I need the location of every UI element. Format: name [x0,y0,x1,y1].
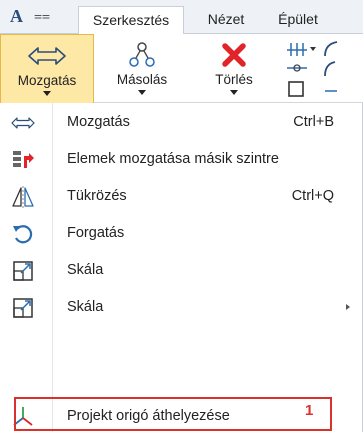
arc-icon[interactable] [324,41,338,57]
tab-nezet[interactable]: Nézet [196,6,256,33]
menu-item-scale-submenu[interactable]: Skála [0,290,362,326]
menu-item-label: Skála [67,262,104,278]
menu-item-label: Elemek mozgatása másik szintre [67,151,279,167]
move-button[interactable]: Mozgatás [0,34,94,104]
scale-icon [10,259,36,283]
callout-number: 1 [305,402,314,419]
menu-item-label: Mozgatás [67,114,130,130]
qat-customize-icon[interactable]: ⩵ [34,7,50,24]
menu-item-move-to-level[interactable]: Elemek mozgatása másik szintre [0,142,362,178]
delete-button-label: Törlés [215,72,253,87]
move-button-label: Mozgatás [17,73,77,88]
submenu-arrow-icon [346,304,350,310]
small-tools-group [285,38,363,100]
move-dropdown-menu: Mozgatás Ctrl+B Elemek mozgatása másik s… [0,103,363,432]
move-arrows-icon [10,111,36,135]
split-icon[interactable] [287,64,307,72]
mirror-icon [10,185,36,209]
menu-item-rotate[interactable]: Forgatás [0,216,362,252]
ribbon-panel: Mozgatás Másolás Törlés [0,34,363,104]
tab-epulet[interactable]: Épület [268,6,328,33]
menu-item-mirror[interactable]: Tükrözés Ctrl+Q [0,179,362,215]
menu-item-scale[interactable]: Skála [0,253,362,289]
move-to-level-icon [10,148,36,172]
menu-item-label: Forgatás [67,225,125,241]
move-arrows-icon [1,41,93,71]
ribbon-tab-bar: A ⩵ Szerkesztés Nézet Épület [0,0,363,35]
menu-item-shortcut: Ctrl+B [293,114,334,130]
app-menu-icon[interactable]: A [10,6,23,27]
rotate-icon [10,222,36,246]
delete-x-icon [194,40,274,70]
scale-icon [10,296,36,320]
tab-szerkesztes[interactable]: Szerkesztés [78,6,184,35]
menu-item-label: Skála [67,299,104,315]
chevron-down-icon [43,91,51,96]
copy-button[interactable]: Másolás [105,34,179,102]
delete-button[interactable]: Törlés [194,34,274,102]
copy-nodes-icon [105,40,179,70]
chevron-down-icon [230,90,238,95]
menu-item-label: Tükrözés [67,188,127,204]
menu-item-shortcut: Ctrl+Q [291,188,334,204]
align-icon[interactable] [287,43,316,56]
highlight-annotation-box [14,397,332,431]
curve-icon[interactable] [324,61,336,77]
menu-item-move[interactable]: Mozgatás Ctrl+B [0,105,362,141]
frame-icon[interactable] [288,81,304,97]
chevron-down-icon [138,90,146,95]
copy-button-label: Másolás [116,72,168,87]
quick-access-toolbar[interactable]: A ⩵ [8,6,50,28]
